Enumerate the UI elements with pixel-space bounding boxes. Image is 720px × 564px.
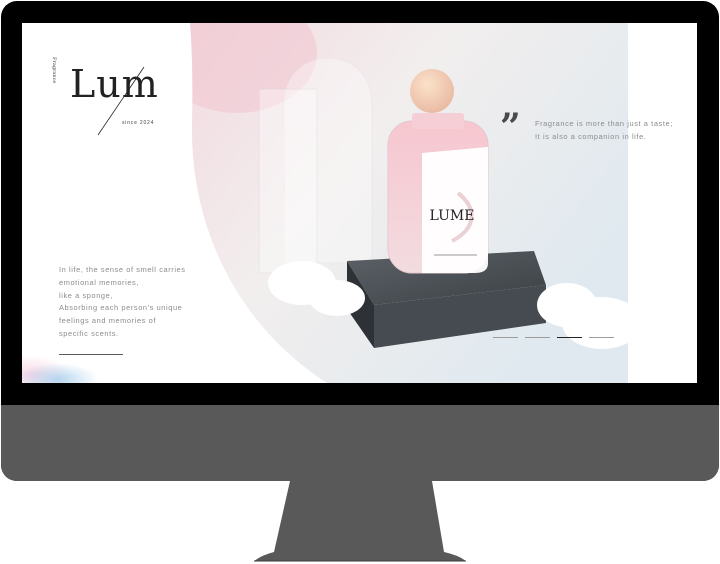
since-text: since 2024 — [122, 120, 154, 126]
tagline: Fragrance is more than just a taste; It … — [535, 117, 675, 143]
slide-indicator-3[interactable] — [557, 337, 582, 339]
logo-vertical-text: Fragrance — [51, 57, 57, 83]
slide-indicators — [493, 337, 614, 339]
slide-indicator-4[interactable] — [589, 337, 614, 339]
slide-indicator-1[interactable] — [493, 337, 518, 339]
story-text: In life, the sense of smell carries emot… — [59, 264, 239, 341]
tagline-line: It is also a companion in life. — [535, 132, 647, 141]
website-screen: LUME Fragrance Lume since 2024 ” Fragran… — [22, 23, 697, 383]
brand-logo: Fragrance Lume since 2024 — [51, 57, 158, 136]
story-line: specific scents. — [59, 328, 119, 338]
logo-wordmark: Lume — [70, 62, 158, 106]
slide-indicator-2[interactable] — [525, 337, 550, 339]
story-line: feelings and memories of — [59, 316, 156, 326]
story-divider — [59, 354, 123, 355]
story-line: In life, the sense of smell carries — [59, 265, 186, 274]
tagline-line: Fragrance is more than just a taste; — [535, 119, 673, 128]
story-line: Absorbing each person's unique — [59, 303, 183, 313]
story-line: like a sponge, — [59, 290, 114, 300]
quote-mark: ” — [500, 106, 521, 148]
story-line: emotional memories, — [59, 277, 139, 287]
bottle-label: LUME — [430, 208, 475, 224]
